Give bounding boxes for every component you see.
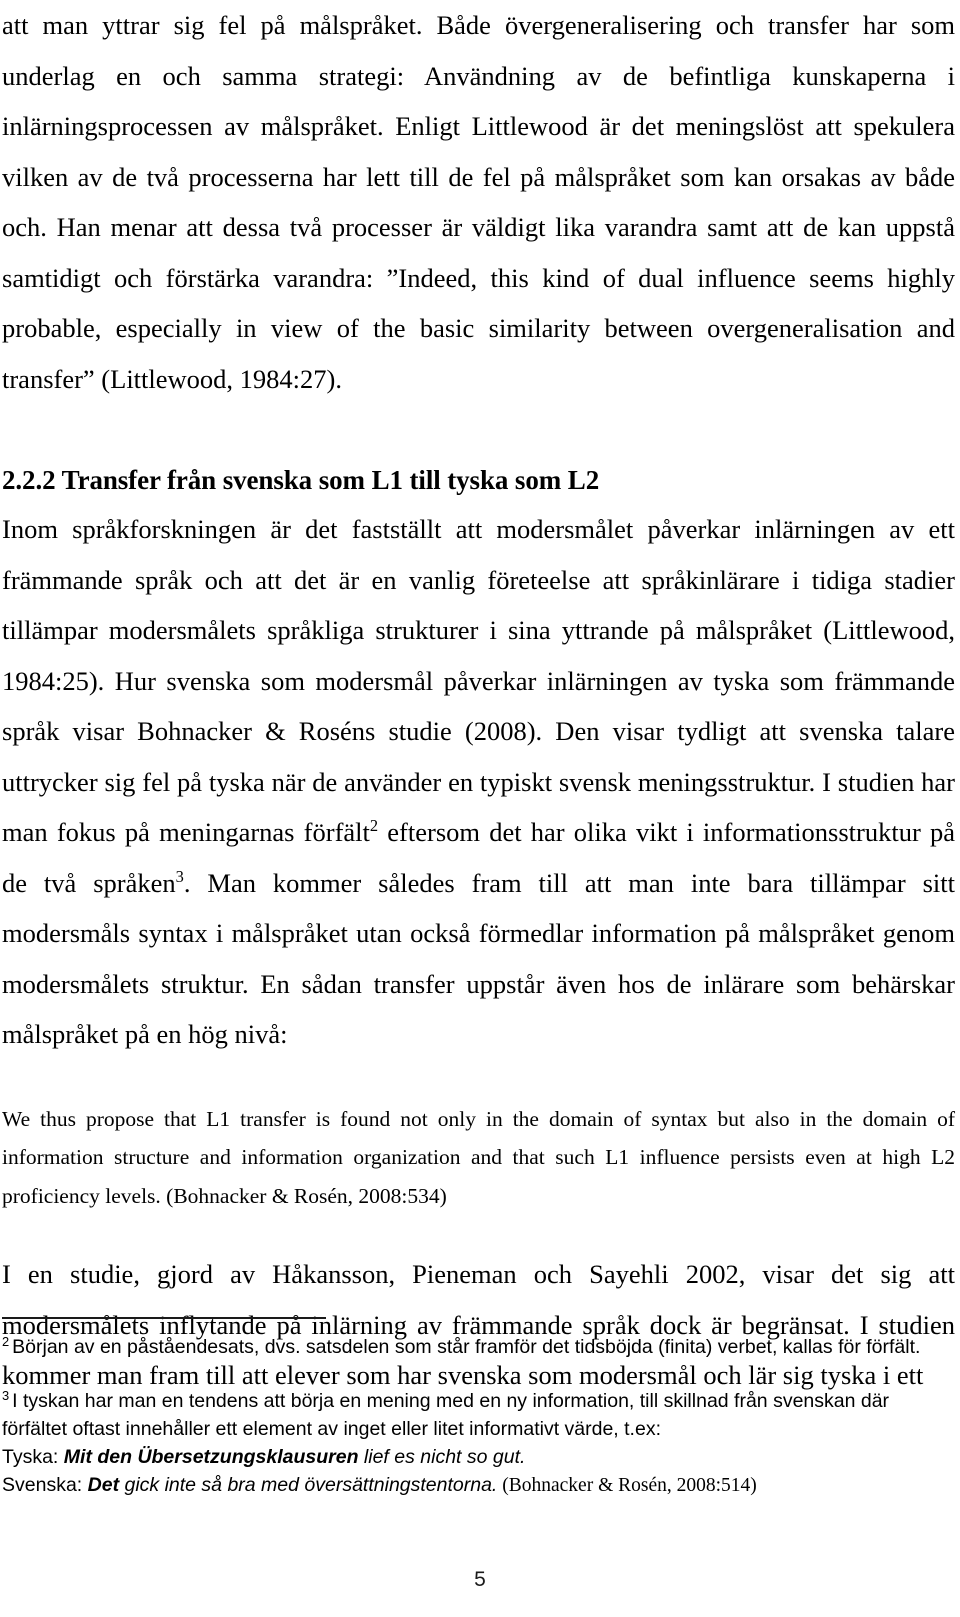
footnote-3-swedish-bold-segment: Det (87, 1474, 120, 1496)
footnote-3-example-german: Tyska: Mit den Übersetzungsklausuren lie… (2, 1443, 955, 1471)
body-column: att man yttrar sig fel på målspråket. Bå… (2, 0, 955, 1401)
heading-spacer (2, 404, 955, 456)
footnote-reference-3[interactable]: 3 (176, 867, 184, 886)
paragraph-continued-from-previous-page: att man yttrar sig fel på målspråket. Bå… (2, 10, 955, 394)
footnote-3-intro-text: I tyskan har man en tendens att börja en… (2, 1390, 890, 1440)
footnote-area: 2 Början av en påståendesats, dvs. satsde… (2, 1317, 955, 1500)
paragraph-text-part-a: Inom språkforskningen är det fastställt … (2, 514, 955, 847)
document-page: att man yttrar sig fel på målspråket. Bå… (0, 0, 960, 1617)
blockquote-spacer-bottom (2, 1215, 955, 1249)
footnote-number-2: 2 (2, 1333, 10, 1349)
blockquote-spacer-top (2, 1060, 955, 1100)
footnote-3-german-bold-segment: Mit den Übersetzungsklausuren (63, 1446, 359, 1468)
footnote-3: 3I tyskan har man en tendens att börja e… (2, 1387, 955, 1500)
section-heading-2-2-2: 2.2.2 Transfer från svenska som L1 till … (2, 465, 600, 495)
footnote-number-3: 3 (2, 1387, 10, 1403)
footnote-2-text: Början av en påståendesats, dvs. satsdel… (12, 1336, 921, 1358)
blockquote-bohnacker-rosen: We thus propose that L1 transfer is foun… (2, 1106, 955, 1208)
footnote-3-swedish-label: Svenska: (2, 1474, 88, 1496)
footnote-3-example-swedish: Svenska: Det gick inte så bra med översä… (2, 1471, 955, 1500)
footnote-3-swedish-italic-segment: gick inte så bra med översättningstentor… (119, 1474, 498, 1496)
footnote-3-citation: (Bohnacker & Rosén, 2008:514) (497, 1475, 757, 1496)
footnote-separator-rule (2, 1317, 326, 1319)
footnote-3-german-label: Tyska: (2, 1446, 64, 1468)
footnote-reference-2[interactable]: 2 (370, 816, 378, 835)
footnote-2: 2 Början av en påståendesats, dvs. satsde… (2, 1333, 955, 1361)
page-number: 5 (474, 1568, 486, 1591)
footnote-3-german-italic-segment: lief es nicht so gut. (358, 1446, 526, 1468)
paragraph-transfer-svenska-tyska: Inom språkforskningen är det fastställt … (2, 504, 955, 1060)
